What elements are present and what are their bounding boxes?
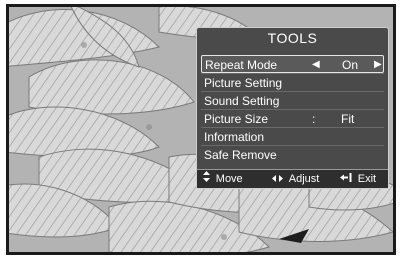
repeat-mode-value: On	[342, 58, 359, 72]
move-hint-label: Move	[215, 173, 243, 185]
left-arrow-icon[interactable]: ◀	[312, 56, 320, 74]
move-hint: Move	[203, 170, 243, 189]
value-separator: :	[312, 112, 316, 126]
menu-title: TOOLS	[267, 30, 318, 46]
up-down-arrows-icon	[203, 171, 213, 185]
right-arrow-icon[interactable]: ▶	[374, 56, 382, 74]
menu-footer-hints: Move Adjust Exit	[197, 169, 388, 188]
left-right-arrows-icon	[272, 174, 286, 185]
video-screen: TOOLS Repeat Mode ◀ On ▶ Picture Setting…	[9, 7, 393, 252]
menu-item-sound-setting[interactable]: Sound Setting	[201, 91, 384, 109]
menu-item-label: Picture Size	[204, 112, 269, 126]
tv-frame: TOOLS Repeat Mode ◀ On ▶ Picture Setting…	[6, 4, 396, 255]
menu-item-label: Repeat Mode	[205, 58, 278, 72]
exit-hint: Exit	[340, 170, 376, 189]
menu-item-picture-setting[interactable]: Picture Setting	[201, 73, 384, 91]
adjust-hint-label: Adjust	[288, 173, 320, 185]
picture-size-value: Fit	[341, 112, 355, 126]
tools-menu-panel: TOOLS Repeat Mode ◀ On ▶ Picture Setting…	[196, 27, 389, 189]
menu-item-label: Information	[204, 130, 265, 144]
menu-item-information[interactable]: Information	[201, 127, 384, 145]
menu-item-label: Sound Setting	[204, 94, 280, 108]
menu-item-picture-size[interactable]: Picture Size : Fit	[201, 109, 384, 127]
tools-menu-list: Repeat Mode ◀ On ▶ Picture Setting Sound…	[201, 55, 384, 163]
menu-item-label: Picture Setting	[204, 76, 283, 90]
exit-hint-label: Exit	[357, 173, 377, 185]
adjust-hint: Adjust	[272, 170, 319, 189]
menu-item-repeat-mode[interactable]: Repeat Mode ◀ On ▶	[201, 55, 384, 73]
menu-item-safe-remove[interactable]: Safe Remove	[201, 145, 384, 163]
return-icon	[340, 173, 355, 185]
menu-item-label: Safe Remove	[204, 148, 277, 162]
